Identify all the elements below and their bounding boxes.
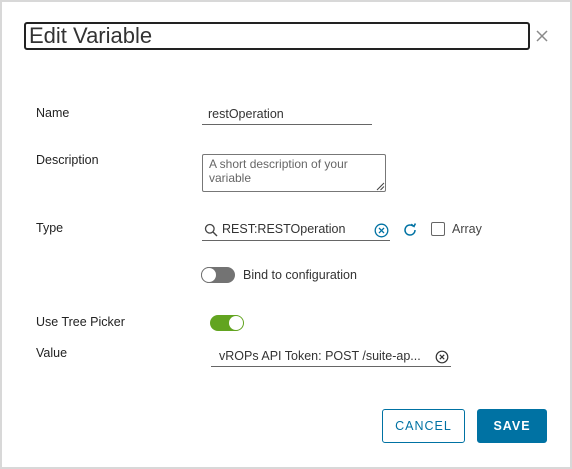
name-input[interactable] xyxy=(202,104,372,125)
type-search-field[interactable]: REST:RESTOperation xyxy=(202,220,390,241)
resize-grip-icon[interactable] xyxy=(376,182,385,191)
close-icon[interactable] xyxy=(532,26,552,46)
array-checkbox[interactable] xyxy=(431,222,445,236)
toggle-knob xyxy=(229,316,243,330)
type-label: Type xyxy=(36,221,64,235)
dialog-top-border xyxy=(0,0,572,2)
bind-to-configuration-label: Bind to configuration xyxy=(243,268,357,282)
type-value: REST:RESTOperation xyxy=(222,222,346,236)
dialog-title-box: Edit Variable xyxy=(24,22,530,50)
refresh-icon[interactable] xyxy=(402,222,418,238)
toggle-knob xyxy=(202,268,216,282)
value-picker-field[interactable]: vROPs API Token: POST /suite-ap... xyxy=(211,346,451,367)
dialog-title: Edit Variable xyxy=(29,23,153,48)
description-textarea[interactable] xyxy=(202,154,386,192)
clear-circle-icon[interactable] xyxy=(374,223,389,238)
value-label: Value xyxy=(36,346,68,360)
use-tree-picker-label: Use Tree Picker xyxy=(36,315,125,329)
description-label: Description xyxy=(36,153,99,167)
name-label: Name xyxy=(36,106,70,120)
bind-to-configuration-toggle[interactable] xyxy=(201,267,235,283)
use-tree-picker-toggle[interactable] xyxy=(210,315,244,331)
value-text: vROPs API Token: POST /suite-ap... xyxy=(219,349,421,363)
edit-variable-dialog: Edit Variable Name Description Type REST… xyxy=(0,0,572,469)
search-icon xyxy=(204,223,218,237)
clear-circle-icon[interactable] xyxy=(435,350,449,364)
cancel-button[interactable]: CANCEL xyxy=(382,409,465,443)
save-button[interactable]: SAVE xyxy=(477,409,547,443)
array-label: Array xyxy=(452,222,482,236)
